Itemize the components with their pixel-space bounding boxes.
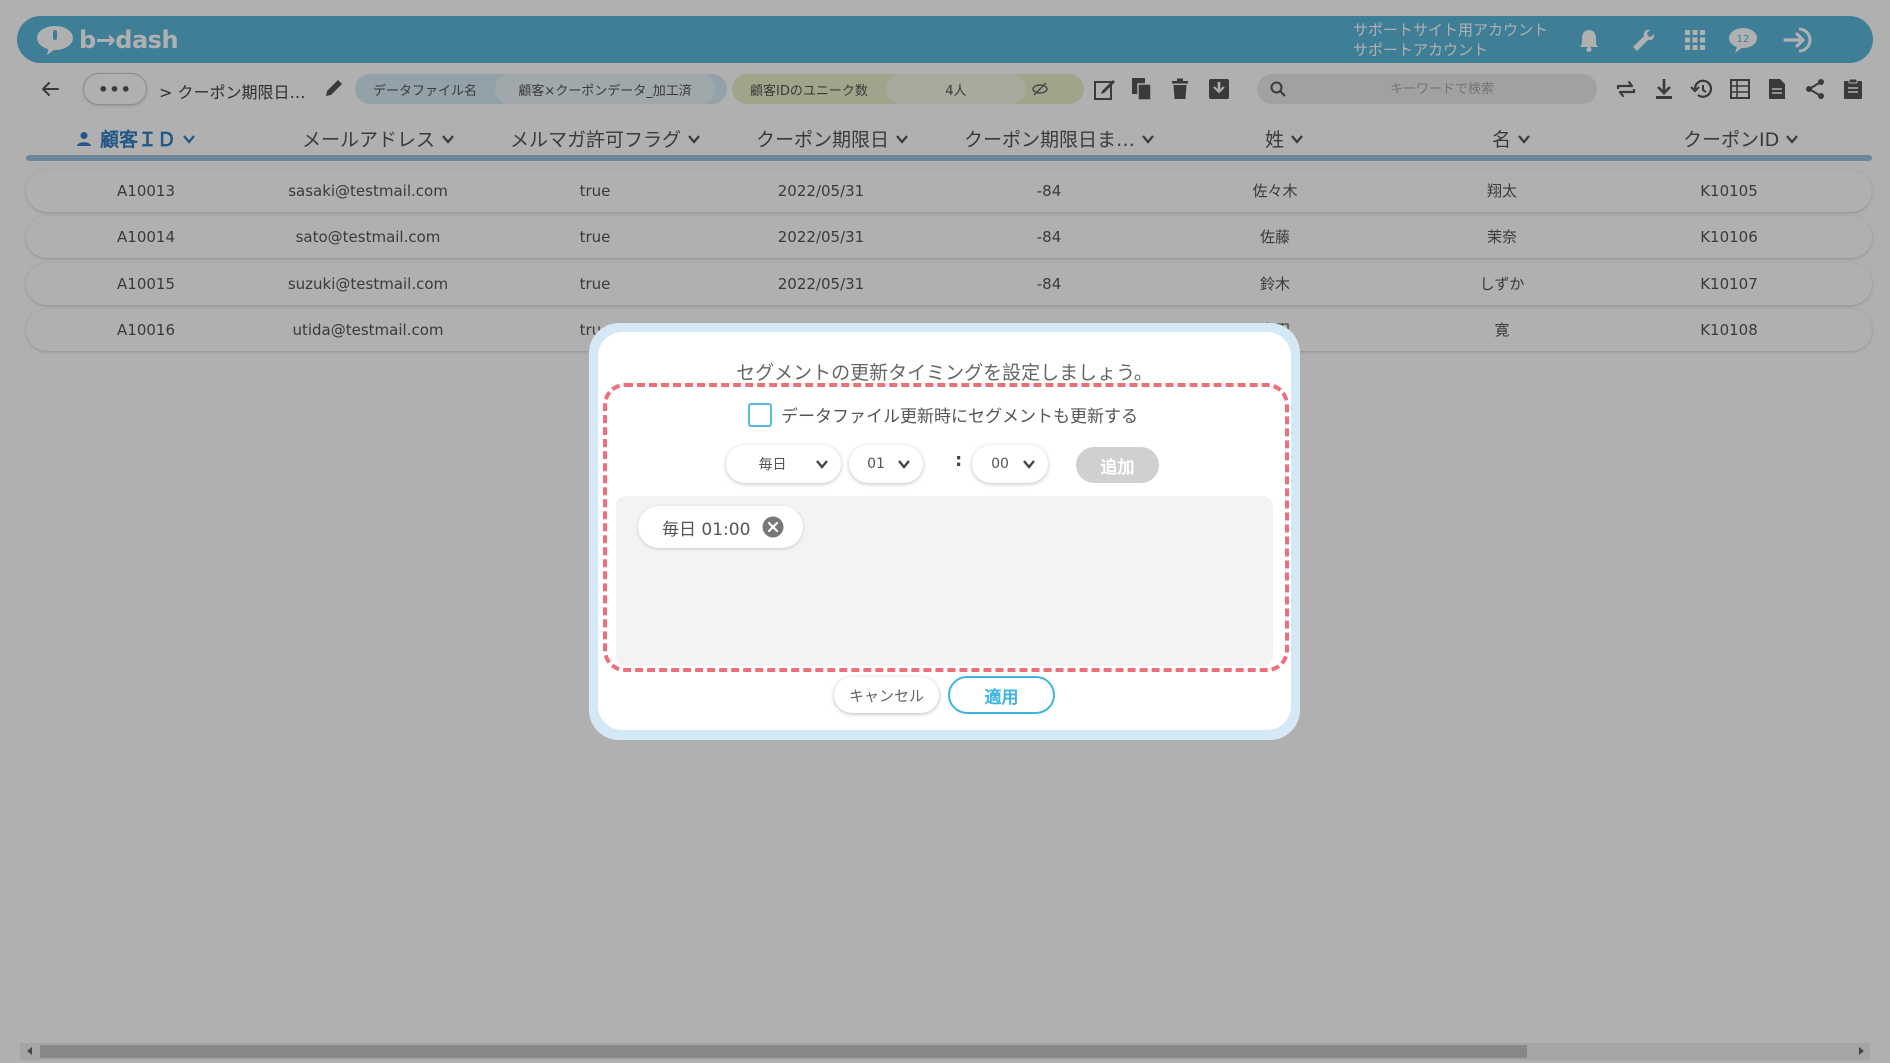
- chevron-down-icon: [816, 460, 828, 469]
- frequency-value: 毎日: [758, 457, 787, 473]
- minute-value: 00: [991, 456, 1009, 472]
- schedule-chip-label: 毎日 01:00: [662, 519, 751, 540]
- hour-select[interactable]: 01: [849, 445, 923, 483]
- update-timing-modal: セグメントの更新タイミングを設定しましょう。 データファイル更新時にセグメントも…: [598, 332, 1291, 730]
- update-on-datafile-checkbox[interactable]: [748, 402, 772, 427]
- schedule-chip: 毎日 01:00: [638, 506, 803, 548]
- modal-title: セグメントの更新タイミングを設定しましょう。: [736, 362, 1153, 384]
- update-on-datafile-row[interactable]: データファイル更新時にセグメントも更新する: [748, 402, 1138, 427]
- frequency-select[interactable]: 毎日: [726, 445, 841, 483]
- cancel-button[interactable]: キャンセル: [834, 677, 939, 713]
- minute-select[interactable]: 00: [972, 445, 1048, 483]
- time-colon: :: [955, 450, 963, 471]
- remove-schedule-icon[interactable]: [762, 516, 784, 538]
- hour-value: 01: [867, 456, 885, 472]
- update-timing-modal-frame: セグメントの更新タイミングを設定しましょう。 データファイル更新時にセグメントも…: [589, 323, 1300, 740]
- schedule-list: 毎日 01:00: [616, 496, 1273, 666]
- update-on-datafile-label: データファイル更新時にセグメントも更新する: [781, 407, 1138, 427]
- add-schedule-button[interactable]: 追加: [1076, 447, 1159, 483]
- chevron-down-icon: [898, 460, 910, 469]
- chevron-down-icon: [1023, 460, 1035, 469]
- apply-button[interactable]: 適用: [948, 676, 1055, 714]
